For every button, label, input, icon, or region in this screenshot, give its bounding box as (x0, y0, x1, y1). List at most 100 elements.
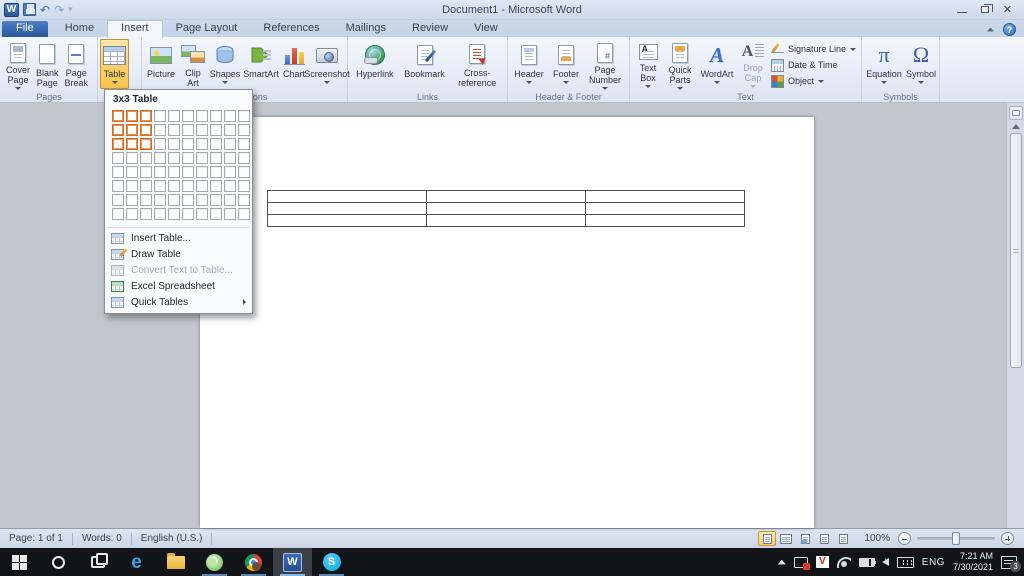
table-size-cell[interactable] (154, 180, 166, 192)
table-size-cell[interactable] (182, 166, 194, 178)
table-size-cell[interactable] (238, 180, 250, 192)
table-size-cell[interactable] (140, 138, 152, 150)
zoom-level[interactable]: 100% (852, 533, 898, 544)
table-size-cell[interactable] (238, 208, 250, 220)
menu-item-quick-tables[interactable]: Quick Tables (105, 294, 252, 310)
tray-expand-icon[interactable] (778, 560, 786, 565)
table-size-cell[interactable] (126, 152, 138, 164)
table-size-cell[interactable] (154, 152, 166, 164)
draft-view-button[interactable] (834, 531, 852, 546)
table-size-cell[interactable] (224, 208, 236, 220)
table-size-cell[interactable] (224, 124, 236, 136)
drop-cap-button[interactable]: A Drop Cap (738, 39, 768, 89)
table-size-cell[interactable] (224, 152, 236, 164)
table-size-cell[interactable] (210, 110, 222, 122)
table-size-cell[interactable] (182, 208, 194, 220)
table-size-cell[interactable] (154, 138, 166, 150)
table-size-cell[interactable] (168, 124, 180, 136)
table-size-cell[interactable] (126, 180, 138, 192)
blank-page-button[interactable]: Blank Page (33, 39, 62, 89)
table-size-cell[interactable] (182, 152, 194, 164)
tab-insert[interactable]: Insert (107, 20, 163, 38)
green-browser-button[interactable] (195, 548, 234, 576)
file-explorer-button[interactable] (156, 548, 195, 576)
table-size-cell[interactable] (154, 194, 166, 206)
word-taskbar-button[interactable]: W (273, 548, 312, 576)
table-size-cell[interactable] (140, 166, 152, 178)
zoom-out-icon[interactable] (898, 532, 911, 545)
scrollbar-thumb[interactable] (1010, 133, 1022, 368)
tab-home[interactable]: Home (52, 21, 107, 37)
table-size-cell[interactable] (112, 166, 124, 178)
document-table-cell[interactable] (427, 203, 586, 215)
table-size-cell[interactable] (210, 166, 222, 178)
notification-center-icon[interactable]: 3 (1001, 556, 1017, 569)
clock[interactable]: 7:21 AM 7/30/2021 (953, 551, 993, 574)
table-size-cell[interactable] (238, 194, 250, 206)
quick-parts-button[interactable]: Quick Parts (664, 39, 696, 89)
bookmark-button[interactable]: Bookmark (400, 39, 450, 89)
hyperlink-button[interactable]: Hyperlink (350, 39, 400, 89)
chart-button[interactable]: Chart (280, 39, 308, 89)
save-icon[interactable] (23, 3, 36, 16)
table-size-cell[interactable] (168, 110, 180, 122)
table-size-cell[interactable] (112, 110, 124, 122)
table-size-cell[interactable] (196, 194, 208, 206)
menu-item-insert-table[interactable]: Insert Table... (105, 230, 252, 246)
table-size-cell[interactable] (224, 166, 236, 178)
document-table-cell[interactable] (268, 215, 427, 227)
touch-keyboard-icon[interactable] (897, 557, 914, 568)
display-notification-icon[interactable] (794, 557, 808, 568)
zoom-in-icon[interactable] (1001, 532, 1014, 545)
language-indicator[interactable]: ENG (922, 557, 945, 568)
scroll-up-icon[interactable] (1012, 124, 1020, 129)
screenshot-button[interactable]: Screenshot (308, 39, 346, 89)
footer-button[interactable]: Footer (548, 39, 584, 89)
help-icon[interactable]: ? (1003, 23, 1016, 36)
equation-button[interactable]: π Equation (864, 39, 904, 89)
table-size-cell[interactable] (154, 166, 166, 178)
page-count[interactable]: Page: 1 of 1 (0, 533, 72, 544)
word-count[interactable]: Words: 0 (73, 533, 131, 544)
table-size-cell[interactable] (140, 110, 152, 122)
table-size-cell[interactable] (154, 124, 166, 136)
clip-art-button[interactable]: Clip Art (178, 39, 208, 89)
table-size-cell[interactable] (182, 138, 194, 150)
zoom-track[interactable] (917, 537, 995, 540)
ruler-toggle-icon[interactable] (1009, 106, 1023, 120)
tab-review[interactable]: Review (399, 21, 461, 37)
table-size-cell[interactable] (210, 194, 222, 206)
table-size-cell[interactable] (126, 110, 138, 122)
table-size-cell[interactable] (126, 138, 138, 150)
menu-item-draw-table[interactable]: Draw Table (105, 246, 252, 262)
table-size-cell[interactable] (182, 194, 194, 206)
table-size-cell[interactable] (238, 124, 250, 136)
cross-reference-button[interactable]: Cross-reference (449, 39, 505, 89)
table-size-cell[interactable] (168, 180, 180, 192)
page-number-button[interactable]: # Page Number (584, 39, 626, 89)
print-layout-view-button[interactable] (758, 531, 776, 546)
close-button[interactable]: ✕ (1003, 5, 1012, 15)
document-table-cell[interactable] (427, 191, 586, 203)
table-size-cell[interactable] (224, 110, 236, 122)
document-table-cell[interactable] (268, 203, 427, 215)
cortana-button[interactable] (39, 548, 78, 576)
document-table-cell[interactable] (586, 191, 745, 203)
table-size-cell[interactable] (168, 194, 180, 206)
volume-muted-icon[interactable] (882, 558, 889, 566)
outline-view-button[interactable] (815, 531, 833, 546)
table-size-cell[interactable] (210, 152, 222, 164)
table-size-cell[interactable] (238, 166, 250, 178)
edge-taskbar-button[interactable]: e (117, 548, 156, 576)
table-size-cell[interactable] (154, 110, 166, 122)
red-v-app-icon[interactable]: V (816, 556, 829, 568)
language-status[interactable]: English (U.S.) (132, 533, 212, 544)
document-table-cell[interactable] (268, 191, 427, 203)
header-button[interactable]: Header (510, 39, 548, 89)
page-break-button[interactable]: Page Break (62, 39, 92, 89)
table-size-cell[interactable] (238, 110, 250, 122)
tab-file[interactable]: File (2, 21, 48, 37)
table-size-cell[interactable] (140, 180, 152, 192)
date-time-button[interactable]: Date & Time (771, 58, 856, 72)
table-size-cell[interactable] (168, 208, 180, 220)
